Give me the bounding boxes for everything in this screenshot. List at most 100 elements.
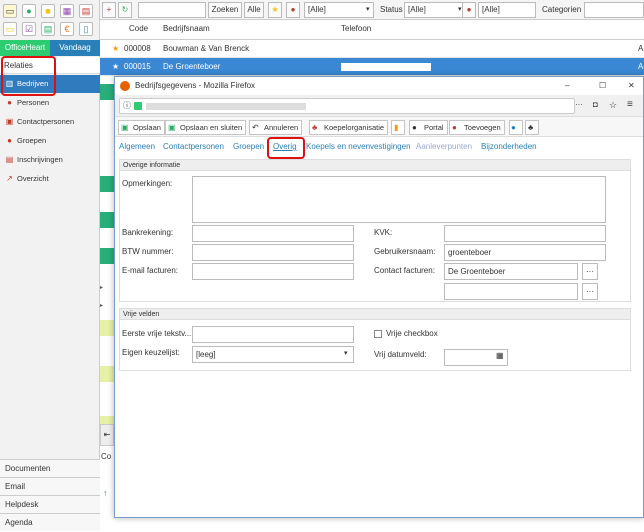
note-icon[interactable]: ▭ [3, 4, 17, 18]
memo-icon[interactable]: ▭ [3, 22, 17, 36]
first-page-icon[interactable]: ⇤ [100, 424, 114, 446]
more-button[interactable]: ··· [582, 283, 598, 300]
person-filter-icon[interactable]: ● [462, 2, 476, 18]
chart-button[interactable]: ▮ [391, 120, 405, 135]
vrije-tekst-field[interactable] [192, 326, 354, 343]
opmerkingen-textarea[interactable] [192, 176, 606, 223]
tab-algemeen[interactable]: Algemeen [119, 139, 155, 155]
tab-bijzonderheden[interactable]: Bijzonderheden [481, 139, 537, 155]
calendar-icon[interactable]: ▦ [496, 351, 504, 360]
close-button[interactable]: ✕ [628, 77, 635, 95]
group-button[interactable]: ● [509, 120, 523, 135]
status-label: Status [380, 5, 403, 14]
save-icon: ▣ [121, 123, 129, 132]
footer-email[interactable]: Email [0, 477, 100, 495]
contact-facturen-field[interactable]: De Groenteboer [444, 263, 578, 280]
main-toolbar: + ↻ Zoeken Alle ★ ● [Alle] ▾ Status [All… [100, 0, 644, 20]
search-input[interactable] [138, 2, 206, 18]
col-code[interactable]: Code [129, 24, 148, 33]
status-select[interactable]: [Alle] [404, 2, 466, 18]
chevron-down-icon: ▾ [344, 350, 348, 357]
vrije-checkbox[interactable] [374, 330, 382, 338]
calendar-icon[interactable]: ▦ [60, 4, 74, 18]
more-icon[interactable]: ··· [575, 100, 583, 109]
search-button[interactable]: Zoeken [208, 2, 242, 18]
all-button[interactable]: Alle [244, 2, 264, 18]
add-icon[interactable]: + [102, 2, 116, 18]
undo-icon: ↶ [252, 123, 259, 132]
menu-icon[interactable]: ≡ [627, 99, 633, 110]
task-icon[interactable]: ☑ [22, 22, 36, 36]
footer-helpdesk[interactable]: Helpdesk [0, 495, 100, 513]
group-icon: ● [511, 123, 516, 132]
url-input[interactable]: ⓘ [119, 98, 575, 114]
bankrekening-label: Bankrekening: [122, 228, 174, 237]
pocket-icon[interactable]: ◘ [593, 100, 598, 109]
col-bedrijfsnaam[interactable]: Bedrijfsnaam [163, 24, 210, 33]
tab-vandaag[interactable]: Vandaag [50, 40, 100, 56]
btw-label: BTW nummer: [122, 247, 174, 256]
gebruikersnaam-field[interactable]: groenteboer [444, 244, 606, 261]
toevoegen-button[interactable]: ● Toevoegen [449, 120, 505, 135]
bookmark-star-icon[interactable]: ☆ [609, 100, 617, 111]
group-filter-icon[interactable]: ● [286, 2, 300, 18]
registration-icon: ▤ [5, 155, 14, 164]
sidebar-item-inschrijvingen[interactable]: ▤ Inschrijvingen [0, 151, 100, 169]
star-icon[interactable]: ★ [268, 2, 282, 18]
kvk-field[interactable] [444, 225, 606, 242]
grid-row-markers: ▸ ▸ [100, 76, 114, 456]
more-button[interactable]: ··· [582, 263, 598, 280]
categories-select[interactable] [584, 2, 644, 18]
save-button[interactable]: ▣ Opslaan [118, 120, 165, 135]
sticky-icon[interactable]: ■ [41, 4, 55, 18]
up-arrow-icon[interactable]: ↑ [103, 488, 108, 498]
refresh-icon[interactable]: ↻ [118, 2, 132, 18]
koepelorganisatie-button[interactable]: ♣ Koepelorganisatie [309, 120, 389, 135]
doc-icon[interactable]: ▯ [79, 22, 93, 36]
sidebar-item-groepen[interactable]: ● Groepen [0, 132, 100, 150]
btw-field[interactable] [192, 244, 354, 261]
tab-officeheart[interactable]: OfficeHeart [0, 40, 50, 56]
keuzelijst-select[interactable]: [leeg] [192, 346, 354, 363]
portal-button[interactable]: ● Portal [409, 120, 448, 135]
euro-icon[interactable]: € [60, 22, 74, 36]
contact-facturen-field-2[interactable] [444, 283, 578, 300]
table-row-selected[interactable]: ★ 000015 De Groenteboer A [100, 58, 644, 76]
lock-icon [134, 102, 142, 110]
grid-header: Code Bedrijfsnaam Telefoon [100, 20, 644, 40]
sidebar-item-contactpersonen[interactable]: ▣ Contactpersonen [0, 113, 100, 131]
report-icon[interactable]: ▤ [79, 4, 93, 18]
email-facturen-field[interactable] [192, 263, 354, 280]
chat-icon[interactable]: ● [22, 4, 36, 18]
record-toolbar: ▣ Opslaan ▣ Opslaan en sluiten ↶ Annuleren … [115, 117, 643, 137]
col-telefoon[interactable]: Telefoon [341, 24, 371, 33]
opmerkingen-label: Opmerkingen: [122, 179, 173, 188]
window-title: Bedrijfsgegevens - Mozilla Firefox [135, 81, 256, 90]
info-icon[interactable]: ⓘ [123, 100, 131, 111]
group-filter-select[interactable]: [Alle] [304, 2, 374, 18]
sidebar-item-personen[interactable]: ● Personen [0, 94, 100, 112]
star-icon[interactable]: ★ [112, 40, 119, 58]
tab-aanleverpunten[interactable]: Aanleverpunten [416, 139, 472, 155]
minimize-button[interactable]: – [565, 77, 569, 95]
sitemap-button[interactable]: ♣ [525, 120, 539, 135]
section-header: Vrije velden [120, 309, 630, 320]
gebruikersnaam-label: Gebruikersnaam: [374, 247, 436, 256]
list-icon[interactable]: ▤ [41, 22, 55, 36]
tab-koepels[interactable]: Koepels en nevenvestigingen [306, 139, 411, 155]
person-filter-select[interactable]: [Alle] [478, 2, 536, 18]
sidebar-item-overzicht[interactable]: ↗ Overzicht [0, 170, 100, 188]
contact-facturen-label: Contact facturen: [374, 266, 435, 275]
tab-groepen[interactable]: Groepen [233, 139, 264, 155]
footer-agenda[interactable]: Agenda [0, 513, 100, 531]
maximize-button[interactable]: ☐ [599, 77, 606, 95]
table-row[interactable]: ★ 000008 Bouwman & Van Brenck A [100, 40, 644, 58]
footer-documenten[interactable]: Documenten [0, 459, 100, 477]
save-close-button[interactable]: ▣ Opslaan en sluiten [165, 120, 247, 135]
hierarchy-icon: ♣ [312, 123, 318, 132]
bankrekening-field[interactable] [192, 225, 354, 242]
highlight-relaties [1, 56, 56, 96]
star-icon[interactable]: ★ [112, 58, 119, 76]
cancel-button[interactable]: ↶ Annuleren [249, 120, 303, 135]
tab-contactpersonen[interactable]: Contactpersonen [163, 139, 224, 155]
